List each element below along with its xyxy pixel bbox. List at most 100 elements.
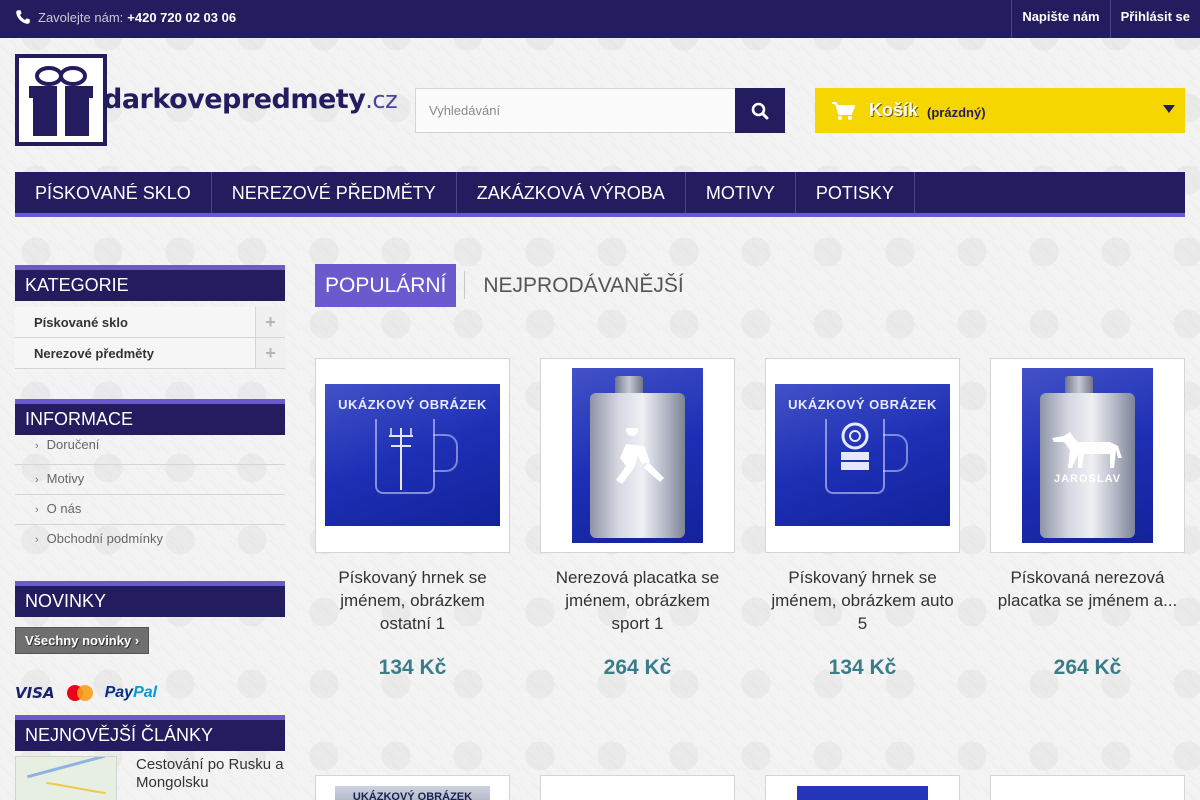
chevron-right-icon: ›	[35, 440, 39, 452]
info-link-label: Doručení	[46, 437, 100, 452]
product-image-frame[interactable]: UKÁZKOVÝ OBRÁZEK	[765, 358, 960, 553]
product-image-frame[interactable]	[540, 358, 735, 553]
expand-plus-icon[interactable]: +	[255, 338, 285, 368]
information-block: Informace › Doručení › Motivy › O nás › Obch…	[15, 399, 285, 555]
latest-articles-title: Nejnovější články	[15, 715, 285, 751]
contact-phone: Zavolejte nám: +420 720 02 03 06	[15, 9, 236, 25]
paypal-logo: PayPal	[104, 684, 158, 701]
logo-name: darkovepredmety	[103, 84, 366, 115]
product-card[interactable]: UKÁZKOVÝ OBRÁZEK Pískovaný hrnek se jmén…	[765, 358, 960, 680]
category-label: Nerezové předměty	[34, 346, 154, 361]
article-title[interactable]: Cestování po Rusku a Mongolsku	[136, 756, 286, 792]
product-card[interactable]: UKÁZKOVÝ OBRÁZEK	[315, 775, 510, 800]
product-price: 264 Kč	[1053, 656, 1122, 679]
category-item[interactable]: Pískované sklo +	[15, 307, 285, 338]
logo-text: darkovepredmety.cz	[103, 84, 398, 115]
logo-tld: .cz	[365, 86, 398, 114]
cart-button[interactable]: Košík (prázdný)	[815, 88, 1185, 133]
product-name[interactable]: Nerezová placatka se jménem, obrázkem sp…	[540, 566, 735, 636]
news-title: Novinky	[15, 581, 285, 617]
top-bar: Zavolejte nám: +420 720 02 03 06 Napište…	[0, 0, 1200, 38]
product-card[interactable]: UKÁZKOVÝ OBRÁZEK Pískovaný hrnek se jmén…	[315, 358, 510, 680]
product-name[interactable]: Pískovaná nerezová placatka se jménem a.…	[990, 566, 1185, 636]
product-card[interactable]: JAROSLAV Pískovaná nerezová placatka se …	[990, 358, 1185, 680]
product-card[interactable]	[990, 775, 1185, 800]
all-news-button[interactable]: Všechny novinky ›	[15, 627, 150, 654]
chevron-right-icon: ›	[35, 504, 39, 516]
contact-link[interactable]: Napište nám	[1011, 0, 1109, 38]
main-navigation: Pískované sklo Nerezové předměty Zakázko…	[15, 172, 1185, 217]
product-image[interactable]	[797, 786, 928, 800]
latest-articles-block: Nejnovější články Cestování po Rusku a M…	[15, 715, 285, 800]
product-image[interactable]: UKÁZKOVÝ OBRÁZEK	[775, 384, 950, 526]
all-news-label: Všechny novinky	[25, 633, 132, 648]
product-name[interactable]: Pískovaný hrnek se jménem, obrázkem osta…	[315, 566, 510, 636]
tab-divider	[464, 271, 466, 299]
category-label: Pískované sklo	[34, 315, 128, 330]
news-block: Novinky Všechny novinky ›	[15, 581, 285, 654]
cart-title: Košík	[869, 100, 919, 120]
nav-item-zakazkova-vyroba[interactable]: Zakázková výroba	[457, 172, 686, 213]
product-name[interactable]: Pískovaný hrnek se jménem, obrázkem auto…	[765, 566, 960, 636]
horse-icon	[1052, 432, 1122, 468]
info-link[interactable]: › O nás	[15, 495, 285, 525]
login-link[interactable]: Přihlásit se	[1109, 0, 1200, 38]
expand-plus-icon[interactable]: +	[255, 307, 285, 337]
info-link-label: Motivy	[46, 471, 85, 486]
product-image[interactable]: UKÁZKOVÝ OBRÁZEK	[325, 384, 500, 526]
phone-label: Zavolejte nám:	[38, 9, 124, 25]
categories-block: Kategorie Pískované sklo + Nerezové před…	[15, 265, 285, 369]
product-card[interactable]	[765, 775, 960, 800]
tire-icon	[841, 422, 869, 470]
chevron-right-icon: ›	[134, 633, 140, 648]
info-link[interactable]: › Doručení	[15, 435, 285, 465]
product-price: 134 Kč	[828, 656, 897, 679]
nav-item-piskovane-sklo[interactable]: Pískované sklo	[15, 172, 212, 213]
tab-bestsellers[interactable]: Nejprodávanější	[473, 264, 693, 307]
category-item[interactable]: Nerezové předměty +	[15, 338, 285, 369]
phone-icon	[16, 10, 30, 24]
mastercard-logo	[65, 684, 95, 702]
categories-title: Kategorie	[15, 265, 285, 301]
image-caption: UKÁZKOVÝ OBRÁZEK	[338, 397, 487, 412]
search-icon	[751, 102, 769, 119]
image-caption: JAROSLAV	[1053, 473, 1122, 485]
nav-item-nerezove-predmety[interactable]: Nerezové předměty	[212, 172, 457, 213]
product-image[interactable]	[572, 368, 703, 543]
search-bar	[415, 88, 785, 133]
product-card[interactable]	[540, 775, 735, 800]
nav-item-potisky[interactable]: Potisky	[796, 172, 915, 213]
chevron-right-icon: ›	[35, 534, 39, 546]
info-link-label: O nás	[46, 501, 82, 516]
chevron-down-icon	[1163, 105, 1175, 113]
image-caption: UKÁZKOVÝ OBRÁZEK	[335, 786, 490, 800]
product-image[interactable]: JAROSLAV	[1022, 368, 1153, 543]
hockey-player-icon	[616, 428, 664, 484]
search-input[interactable]	[415, 88, 736, 133]
product-price: 264 Kč	[603, 656, 672, 679]
product-price: 134 Kč	[378, 656, 447, 679]
info-link[interactable]: › Motivy	[15, 465, 285, 495]
image-caption: UKÁZKOVÝ OBRÁZEK	[788, 397, 937, 412]
search-button[interactable]	[735, 88, 785, 133]
info-link-label: Obchodní podmínky	[46, 531, 164, 546]
product-tabs: Populární Nejprodávanější	[315, 264, 694, 307]
gift-icon	[15, 54, 107, 146]
phone-number: +420 720 02 03 06	[127, 9, 237, 25]
product-card[interactable]: Nerezová placatka se jménem, obrázkem sp…	[540, 358, 735, 680]
cart-quantity: (prázdný)	[927, 104, 986, 120]
chevron-right-icon: ›	[35, 474, 39, 486]
nav-item-motivy[interactable]: Motivy	[686, 172, 796, 213]
site-logo[interactable]: darkovepredmety.cz	[15, 52, 398, 148]
power-pole-icon	[389, 428, 413, 490]
cart-icon	[832, 101, 855, 120]
tab-popular[interactable]: Populární	[315, 264, 457, 307]
visa-logo: VISA	[15, 684, 55, 702]
product-image-frame[interactable]: JAROSLAV	[990, 358, 1185, 553]
payment-logos: VISA PayPal	[15, 682, 157, 704]
info-link[interactable]: › Obchodní podmínky	[15, 525, 285, 555]
information-title: Informace	[15, 399, 285, 435]
article-item[interactable]: Cestování po Rusku a Mongolsku	[15, 756, 285, 800]
product-image-frame[interactable]: UKÁZKOVÝ OBRÁZEK	[315, 358, 510, 553]
article-thumbnail[interactable]	[15, 756, 117, 800]
